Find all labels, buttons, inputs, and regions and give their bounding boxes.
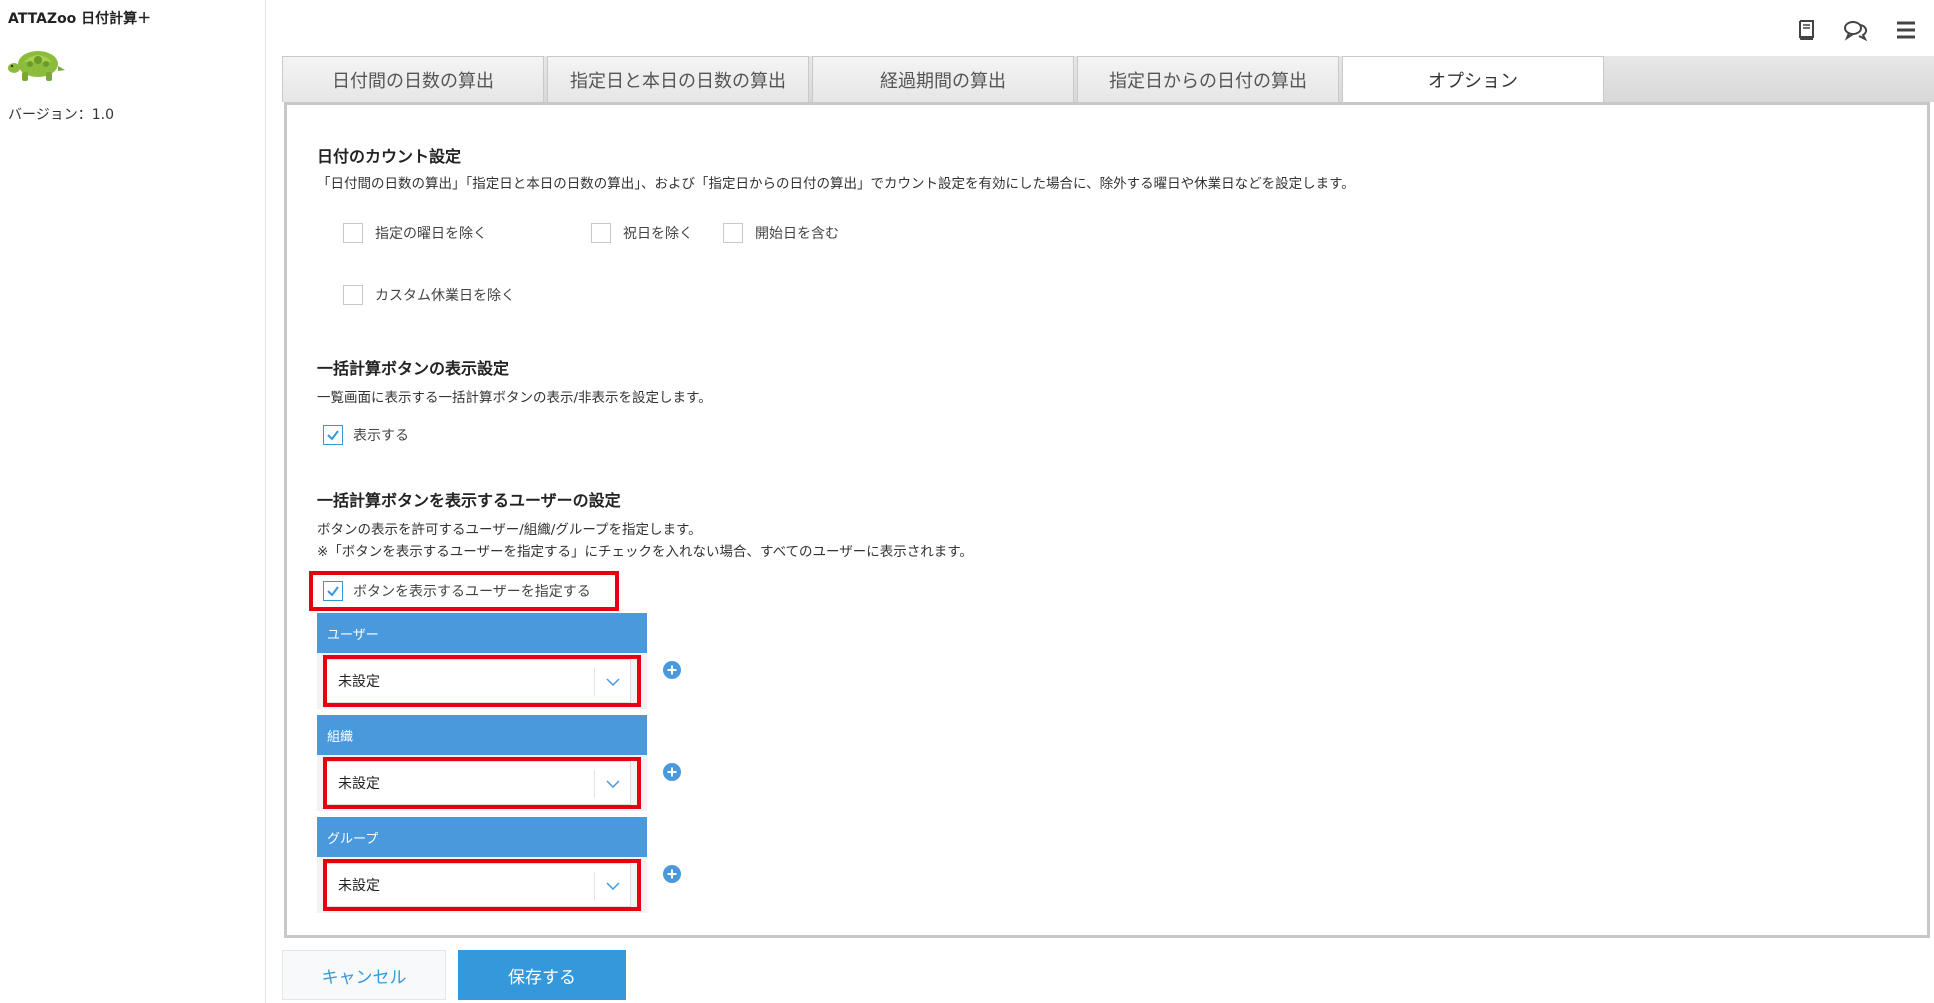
options-panel: 日付のカウント設定 「日付間の日数の算出」「指定日と本日の日数の算出」、および「… <box>284 102 1930 938</box>
tab-date-from-specified[interactable]: 指定日からの日付の算出 <box>1077 56 1339 102</box>
specify-users-option[interactable]: ボタンを表示するユーザーを指定する <box>323 581 591 601</box>
tab-date-range[interactable]: 日付間の日数の算出 <box>282 56 544 102</box>
book-icon[interactable] <box>1792 16 1820 44</box>
add-organization-icon[interactable] <box>663 763 681 781</box>
bulk-users-description-line-2: ※「ボタンを表示するユーザーを指定する」にチェックを入れない場合、すべてのユーザ… <box>317 544 973 560</box>
bulk-display-title: 一括計算ボタンの表示設定 <box>317 359 510 378</box>
bulk-users-description: ボタンの表示を許可するユーザー/組織/グループを指定します。 ※「ボタンを表示す… <box>317 519 973 563</box>
include-start-date-option[interactable]: 開始日を含む <box>723 223 839 243</box>
exclude-holidays-option[interactable]: 祝日を除く <box>591 223 693 243</box>
checkmark-icon <box>327 586 339 597</box>
specify-users-checkbox[interactable] <box>323 581 343 601</box>
organization-field-header: 組織 <box>317 715 647 755</box>
bulk-users-title: 一括計算ボタンを表示するユーザーの設定 <box>317 491 621 510</box>
exclude-weekday-label: 指定の曜日を除く <box>375 226 487 242</box>
count-settings-description: 「日付間の日数の算出」「指定日と本日の日数の算出」、および「指定日からの日付の算… <box>317 176 1355 192</box>
show-bulk-button-option[interactable]: 表示する <box>323 425 409 445</box>
tab-bar: 日付間の日数の算出 指定日と本日の日数の算出 経過期間の算出 指定日からの日付の… <box>282 56 1934 103</box>
bulk-display-description: 一覧画面に表示する一括計算ボタンの表示/非表示を設定します。 <box>317 390 712 406</box>
chat-icon[interactable] <box>1842 16 1870 44</box>
exclude-custom-holidays-label: カスタム休業日を除く <box>375 288 515 304</box>
tab-date-today[interactable]: 指定日と本日の日数の算出 <box>547 56 809 102</box>
checkmark-icon <box>327 430 339 441</box>
tab-elapsed-period[interactable]: 経過期間の算出 <box>812 56 1074 102</box>
exclude-weekday-option[interactable]: 指定の曜日を除く <box>343 223 487 243</box>
exclude-weekday-checkbox[interactable] <box>343 223 363 243</box>
version-label: バージョン：1.0 <box>8 107 114 123</box>
exclude-custom-holidays-option[interactable]: カスタム休業日を除く <box>343 285 515 305</box>
organization-select-highlight <box>323 757 641 809</box>
include-start-date-checkbox[interactable] <box>723 223 743 243</box>
show-bulk-button-checkbox[interactable] <box>323 425 343 445</box>
exclude-holidays-checkbox[interactable] <box>591 223 611 243</box>
include-start-date-label: 開始日を含む <box>755 226 839 242</box>
save-button[interactable]: 保存する <box>458 950 626 1000</box>
cancel-button[interactable]: キャンセル <box>282 950 446 1000</box>
header-toolbar <box>1792 16 1920 44</box>
specify-users-label: ボタンを表示するユーザーを指定する <box>353 584 591 600</box>
show-bulk-button-label: 表示する <box>353 428 409 444</box>
exclude-holidays-label: 祝日を除く <box>623 226 693 242</box>
user-select-highlight <box>323 655 641 707</box>
turtle-logo-icon <box>8 51 65 81</box>
add-group-icon[interactable] <box>663 865 681 883</box>
app-title: ATTAZoo 日付計算＋ <box>8 11 152 27</box>
user-field-header: ユーザー <box>317 613 647 653</box>
group-field-header: グループ <box>317 817 647 857</box>
exclude-custom-holidays-checkbox[interactable] <box>343 285 363 305</box>
menu-icon[interactable] <box>1892 16 1920 44</box>
bulk-users-description-line-1: ボタンの表示を許可するユーザー/組織/グループを指定します。 <box>317 522 702 538</box>
sidebar: ATTAZoo 日付計算＋ バージョン：1.0 <box>0 0 266 1003</box>
group-select-highlight <box>323 859 641 911</box>
add-user-icon[interactable] <box>663 661 681 679</box>
tab-options[interactable]: オプション <box>1342 56 1604 103</box>
count-settings-title: 日付のカウント設定 <box>317 147 462 166</box>
